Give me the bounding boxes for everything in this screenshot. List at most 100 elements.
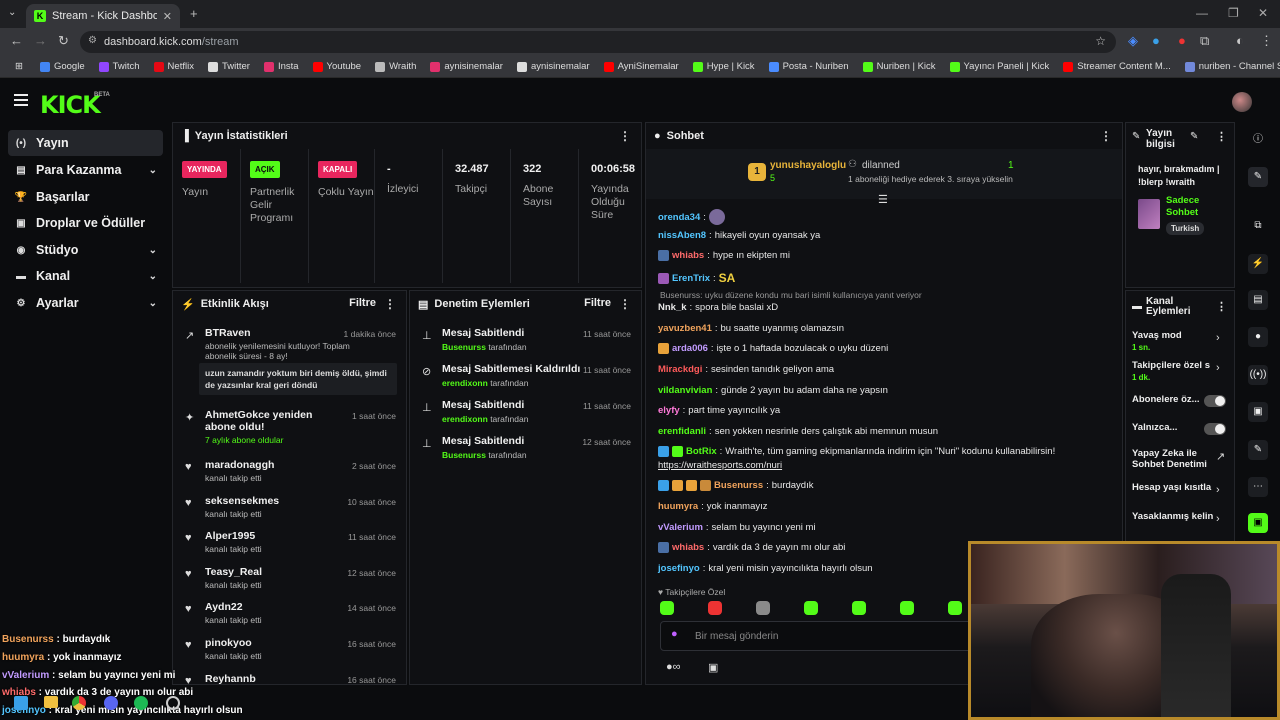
chat-username[interactable]: whiabs [672,250,704,261]
obs-icon[interactable] [166,696,180,710]
moderation-menu-icon[interactable]: ⋮ [619,297,631,311]
sidebar-item[interactable]: ⚙ Ayarlar ⌄ [8,290,163,316]
chat-icon[interactable]: ● [1248,327,1268,347]
category-thumbnail[interactable] [1138,199,1160,229]
sidebar-item[interactable]: (•) Yayın [8,130,163,156]
moderator-name[interactable]: Busenurss [442,342,486,352]
chevron-right-icon[interactable]: › [1216,513,1220,525]
activity-item[interactable]: AhmetGokce yeniden abone oldu! 7 aylık ab… [205,409,345,445]
bookmark-item[interactable]: aynisinemalar [510,61,597,72]
bookmark-item[interactable]: Nuriben | Kick [856,61,943,72]
channel-action-item[interactable]: Hesap yaşı kısıtla [1132,482,1220,493]
bookmark-item[interactable]: Posta - Nuriben [762,61,856,72]
moderator-name[interactable]: erendixonn [442,414,488,424]
toggle-switch[interactable] [1204,395,1226,407]
emote-icon[interactable] [852,601,866,615]
chat-username[interactable]: BotRix [686,446,717,457]
minimize-icon[interactable]: — [1196,6,1208,20]
windows-start-icon[interactable] [14,696,28,710]
channel-action-item[interactable]: Yavaş mod 1 sn. [1132,330,1220,352]
chat-username[interactable]: ErenTrix [672,273,710,284]
stream-info-menu-icon[interactable]: ⋮ [1216,130,1227,143]
chat-username[interactable]: nissAben8 [658,230,706,241]
chevron-right-icon[interactable]: › [1216,332,1220,344]
tab-search-icon[interactable]: ⌄ [8,7,16,18]
extensions-puzzle-icon[interactable]: ⧉ [1200,33,1209,49]
activity-menu-icon[interactable]: ⋮ [384,297,396,311]
kick-logo[interactable]: KICK [40,91,101,119]
chat-username[interactable]: Mirackdgi [658,364,702,375]
extension-shield-icon[interactable]: ◈ [1128,33,1138,49]
back-icon[interactable]: ← [10,33,23,48]
chat-options-icon[interactable]: ●∞ [666,661,681,673]
sidebar-item[interactable]: ◉ Stüdyo ⌄ [8,237,163,263]
chat-username[interactable]: josefinyo [658,563,700,574]
moderation-item[interactable]: Mesaj Sabitlemesi Kaldırıldı erendixonn t… [442,363,582,388]
emote-icon[interactable] [900,601,914,615]
channel-action-item[interactable]: Yapay Zeka ile Sohbet Denetimi [1132,448,1212,470]
game-icon[interactable]: ▣ [1248,513,1268,533]
bookmark-item[interactable]: Wraith [368,61,423,72]
chat-username[interactable]: huumyra [658,501,698,512]
bookmark-star-icon[interactable]: ☆ [1095,34,1106,48]
moderation-item[interactable]: Mesaj Sabitlendi Busenurss tarafından [442,327,582,352]
spotify-icon[interactable] [134,696,148,710]
moderation-filter-button[interactable]: Filtre [584,297,611,309]
sidebar-item[interactable]: ▤ Para Kazanma ⌄ [8,157,163,183]
sidebar-item[interactable]: ▬ Kanal ⌄ [8,263,163,289]
chevron-down-icon[interactable]: ⌄ [149,298,157,309]
bookmark-item[interactable]: Google [33,61,92,72]
menu-icon[interactable] [14,94,28,106]
bookmark-item[interactable]: nuriben - Channel S... [1178,61,1280,72]
bookmark-item[interactable]: Yayıncı Paneli | Kick [943,61,1057,72]
new-tab-icon[interactable]: + [190,6,198,21]
browser-icon[interactable]: ▣ [1248,402,1268,422]
chat-username[interactable]: Busenurss [714,480,763,491]
bookmark-item[interactable]: Twitter [201,61,257,72]
gifter-name[interactable]: dilanned [862,160,900,171]
toggle-switch[interactable] [1204,423,1226,435]
sidebar-item[interactable]: ▣ Droplar ve Ödüller [8,210,163,236]
extension-red-icon[interactable]: ● [1178,33,1186,48]
chat-menu-icon[interactable]: ⋮ [1100,129,1112,143]
browser-tab[interactable]: K Stream - Kick Dashboard ✕ [26,4,180,28]
edit-icon[interactable]: ✎ [1248,167,1268,187]
emote-icon[interactable] [708,601,722,615]
emote-icon[interactable] [660,601,674,615]
info-icon[interactable]: ⓘ [1248,130,1268,150]
reload-icon[interactable]: ↻ [58,33,69,49]
bookmark-item[interactable]: Netflix [147,61,201,72]
top-gifter-name[interactable]: yunushayaloglu [770,160,846,171]
moderator-name[interactable]: erendixonn [442,378,488,388]
discord-icon[interactable] [104,696,118,710]
chat-username[interactable]: Nnk_k [658,302,687,313]
bookmark-item[interactable]: Streamer Content M... [1056,61,1177,72]
store-icon[interactable]: ▣ [708,661,718,674]
apps-grid-icon[interactable]: ⊞ [8,61,33,72]
chat-username[interactable]: orenda34 [658,212,700,223]
chevron-right-icon[interactable]: › [1216,362,1220,374]
chevron-down-icon[interactable]: ⌄ [149,245,157,256]
chat-username[interactable]: whiabs [672,542,704,553]
bookmark-item[interactable]: AyniSinemalar [597,61,686,72]
avatar[interactable] [1232,92,1252,112]
chrome-icon[interactable] [72,696,86,710]
chat-username[interactable]: vValerium [658,522,703,533]
activity-filter-button[interactable]: Filtre [349,297,376,309]
emote-icon[interactable] [756,601,770,615]
bookmark-item[interactable]: Youtube [306,61,369,72]
moderation-item[interactable]: Mesaj Sabitlendi erendixonn tarafından [442,399,582,424]
chrome-menu-icon[interactable]: ⋮ [1260,33,1273,49]
document-icon[interactable]: ▤ [1248,290,1268,310]
edit-icon[interactable]: ✎ [1190,131,1198,142]
channel-action-item[interactable]: Takipçilere özel s 1 dk. [1132,360,1220,382]
emote-icon[interactable] [948,601,962,615]
channel-action-item[interactable]: Yasaklanmış kelin [1132,511,1220,522]
wrench-icon[interactable]: ✎ [1248,440,1268,460]
chat-link[interactable]: https://wraithesports.com/nuri [658,460,782,471]
file-explorer-icon[interactable] [44,696,58,708]
profile-icon[interactable]: ◐ [1236,33,1244,48]
chat-input[interactable]: ● Bir mesaj gönderin [660,621,980,651]
extension-icon[interactable]: ● [1152,33,1160,48]
bookmark-item[interactable]: aynisinemalar [423,61,510,72]
